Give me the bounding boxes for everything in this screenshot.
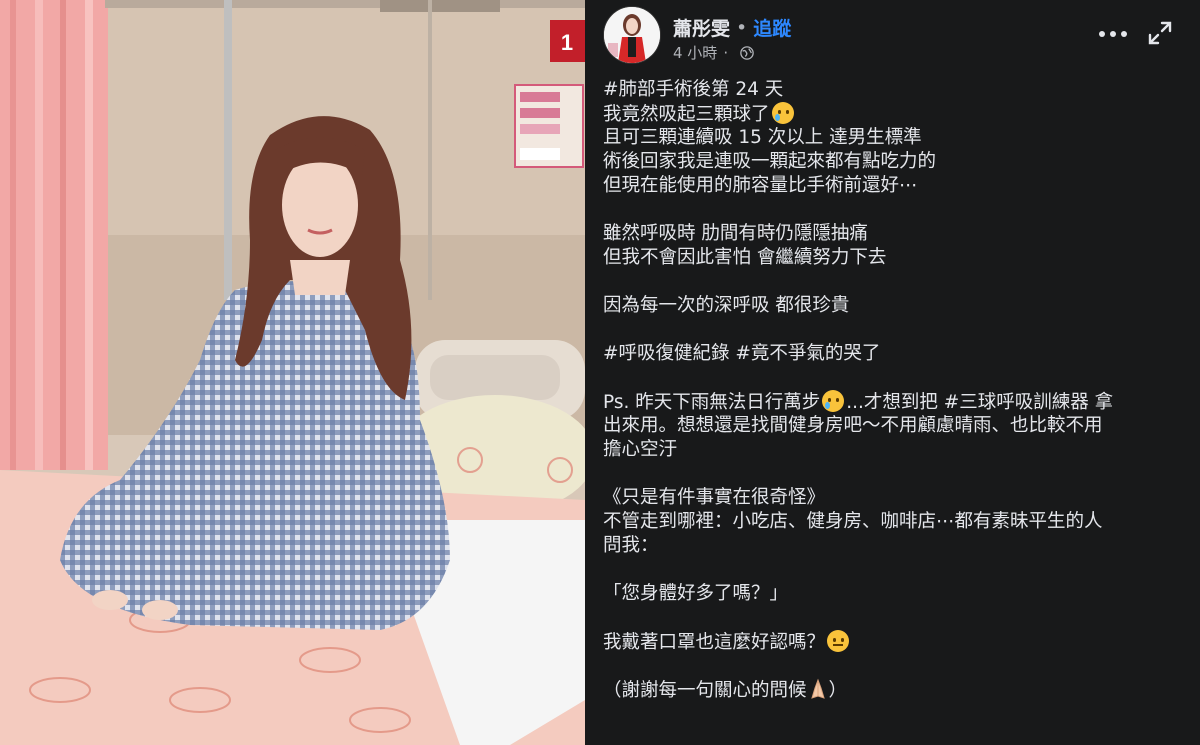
- post-line-5: 但現在能使用的肺容量比手術前還好⋯: [603, 175, 918, 196]
- post-line-22: 「您身體好多了嗎？」: [603, 583, 789, 604]
- post-line-3: 且可三顆連續吸 15 次以上 達男生標準: [603, 127, 922, 148]
- post-gap: [603, 318, 1183, 342]
- post-line-4: 術後回家我是連吸一顆起來都有點吃力的: [603, 151, 937, 172]
- post-line-15: 出來用。想想還是找間健身房吧～不用顧慮晴雨、也比較不用: [603, 415, 1103, 436]
- meta-dot: ·: [723, 43, 729, 62]
- post-gap: [603, 366, 1183, 390]
- post-meta: 4 小時 ·: [673, 42, 754, 63]
- avatar-image: [604, 7, 660, 63]
- post-line-8: 但我不會因此害怕 會繼續努力下去: [603, 247, 887, 268]
- post-line-20: 問我：: [603, 535, 659, 556]
- post-line-7: 雖然呼吸時 肋間有時仍隱隱抽痛: [603, 223, 868, 244]
- screen: 1 蕭彤雯 • 追蹤 4 小時 · #肺部手術後第 24 天 我竟然吸起三顆球了…: [0, 0, 1200, 745]
- post-line-14: Ps. 昨天下雨無法日行萬步 ...才想到把 #三球呼吸訓練器 拿: [603, 390, 1114, 413]
- post-line-12: #呼吸復健紀錄 #竟不爭氣的哭了: [603, 343, 881, 364]
- face-without-mouth-icon: [827, 630, 850, 652]
- room-number: 1: [561, 30, 573, 55]
- post-line-26: （謝謝每一句關心的問候）: [603, 678, 848, 701]
- crying-face-icon: [771, 102, 794, 124]
- separator-dot: •: [736, 16, 748, 39]
- post-line-16: 擔心空汙: [603, 439, 678, 460]
- author-row: 蕭彤雯 • 追蹤: [673, 14, 791, 41]
- globe-icon: [740, 45, 754, 60]
- post-photo[interactable]: 1: [0, 0, 585, 745]
- post-gap: [603, 654, 1183, 678]
- post-header: 蕭彤雯 • 追蹤 4 小時 ·: [603, 6, 1183, 66]
- crying-face-icon: [822, 390, 845, 412]
- post-line-18: 《只是有件事實在很奇怪》: [603, 487, 826, 508]
- hospital-photo: 1: [0, 0, 585, 745]
- post-time[interactable]: 4 小時: [673, 42, 717, 63]
- post-gap: [603, 606, 1183, 630]
- more-options-icon[interactable]: [1099, 24, 1127, 44]
- author-avatar[interactable]: [603, 6, 661, 64]
- author-name[interactable]: 蕭彤雯: [673, 14, 730, 41]
- post-body: #肺部手術後第 24 天 我竟然吸起三顆球了 且可三顆連續吸 15 次以上 達男…: [603, 78, 1183, 702]
- follow-button[interactable]: 追蹤: [753, 14, 791, 41]
- praying-hands-icon: [810, 678, 825, 699]
- post-line-2: 我竟然吸起三顆球了: [603, 102, 1183, 126]
- post-gap: [603, 462, 1183, 486]
- post-gap: [603, 270, 1183, 294]
- post-panel: 蕭彤雯 • 追蹤 4 小時 · #肺部手術後第 24 天 我竟然吸起三顆球了 且…: [585, 0, 1200, 745]
- post-line-10: 因為每一次的深呼吸 都很珍貴: [603, 295, 850, 316]
- post-gap: [603, 198, 1183, 222]
- post-gap: [603, 558, 1183, 582]
- expand-icon[interactable]: [1147, 20, 1173, 46]
- post-line-19: 不管走到哪裡：小吃店、健身房、咖啡店⋯都有素昧平生的人: [603, 511, 1103, 532]
- post-line-24: 我戴著口罩也這麼好認嗎？: [603, 630, 1183, 654]
- post-line-1: #肺部手術後第 24 天: [603, 79, 784, 100]
